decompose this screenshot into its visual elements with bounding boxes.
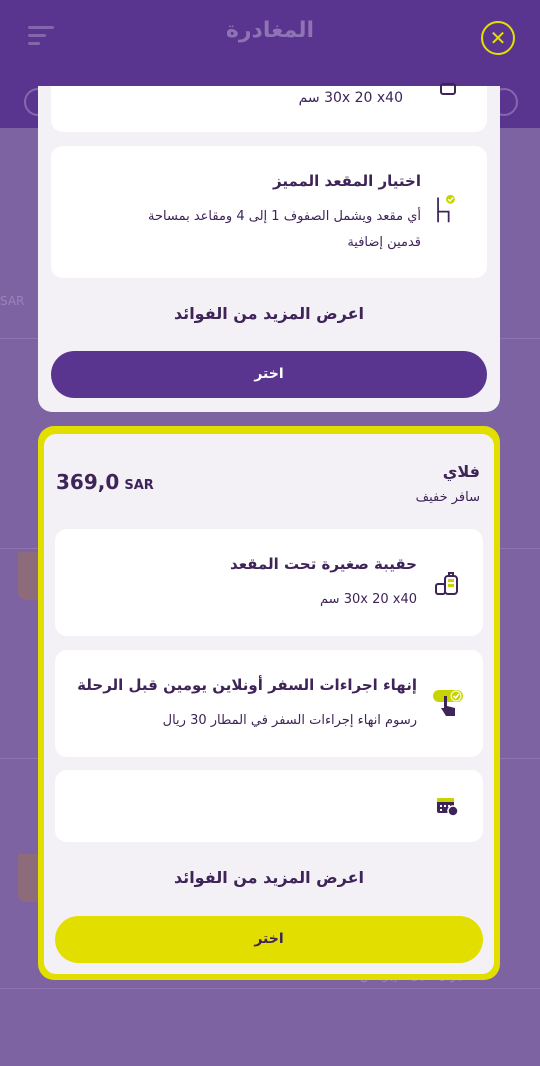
partial-feature-card: 30x 20 x40 سم xyxy=(51,83,487,132)
previous-fare-sheet: 30x 20 x40 سم اختيار المقعد المميز أي مق… xyxy=(38,83,500,412)
select-fly-fare-button[interactable]: اختر xyxy=(55,916,483,963)
background-currency: SAR xyxy=(0,294,25,308)
fare-price: 369,0 SAR xyxy=(56,470,158,494)
seat-card-subtitle-line1: أي مقعد ويشمل الصفوف 1 إلى 4 ومقاعد بمسا… xyxy=(148,209,421,224)
seat-feature-card: اختيار المقعد المميز أي مقعد ويشمل الصفو… xyxy=(51,146,487,278)
feature-card-change xyxy=(55,770,483,842)
calendar-change-icon xyxy=(437,798,459,817)
seat-card-title: اختيار المقعد المميز xyxy=(272,172,421,190)
seat-card-subtitle-line2: قدمين إضافية xyxy=(347,235,421,250)
fare-name: فلاي xyxy=(442,462,480,481)
close-icon: ✕ xyxy=(489,26,507,50)
fly-fare-content: فلاي سافر خفيف 369,0 SAR حقيبة صغيرة تحت… xyxy=(44,434,494,974)
show-more-benefits-link[interactable]: اعرض المزيد من الفوائد xyxy=(38,304,500,323)
fly-fare-card: فلاي سافر خفيف 369,0 SAR حقيبة صغيرة تحت… xyxy=(38,426,500,980)
close-button[interactable]: ✕ xyxy=(481,21,515,55)
feature-card-bag: حقيبة صغيرة تحت المقعد 30x 20 x40 سم xyxy=(55,529,483,636)
feature-card-checkin: إنهاء اجراءات السفر أونلاين يومين قبل ال… xyxy=(55,650,483,757)
price-amount: 369,0 xyxy=(56,470,120,494)
online-checkin-icon xyxy=(433,690,463,716)
fare-description: سافر خفيف xyxy=(415,490,480,505)
header-title: المغادرة xyxy=(225,18,315,43)
feature-bag-title: حقيبة صغيرة تحت المقعد xyxy=(230,555,417,573)
small-bag-icon xyxy=(440,83,456,95)
feature-checkin-title: إنهاء اجراءات السفر أونلاين يومين قبل ال… xyxy=(77,676,417,694)
price-currency: SAR xyxy=(124,478,154,493)
show-more-benefits-link[interactable]: اعرض المزيد من الفوائد xyxy=(44,868,494,887)
select-previous-fare-button[interactable]: اختر xyxy=(51,351,487,398)
feature-checkin-subtitle: رسوم انهاء إجراءات السفر في المطار 30 ري… xyxy=(162,713,417,728)
seat-icon xyxy=(437,194,455,223)
feature-bag-subtitle: 30x 20 x40 سم xyxy=(320,592,417,607)
small-bag-icon xyxy=(435,572,458,595)
partial-card-subtitle: 30x 20 x40 سم xyxy=(298,90,403,106)
